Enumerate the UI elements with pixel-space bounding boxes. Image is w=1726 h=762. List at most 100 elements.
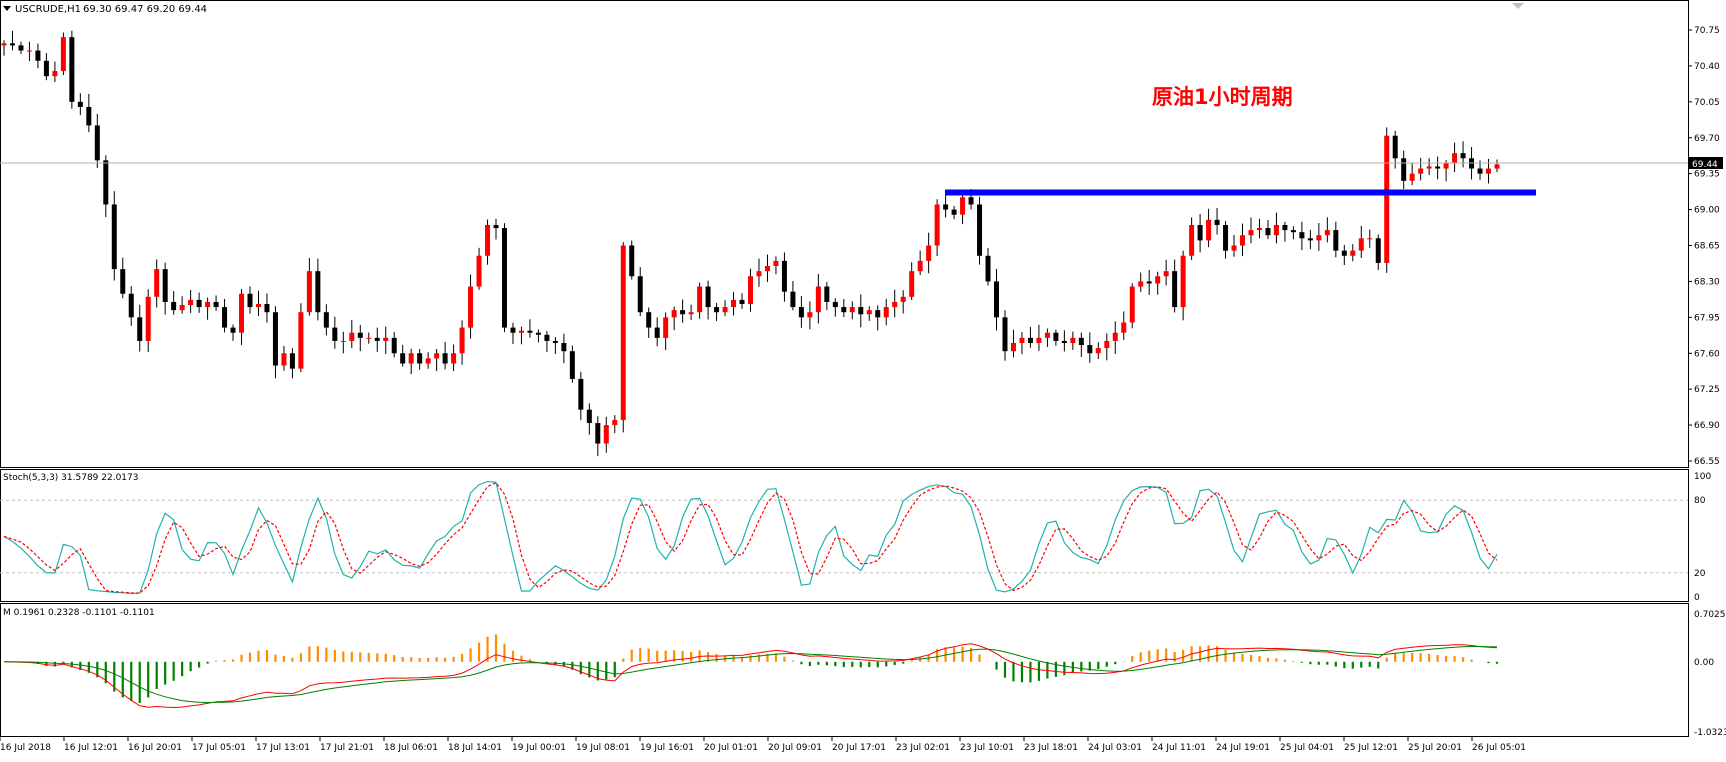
candle-body <box>86 106 92 126</box>
candle-body <box>1256 228 1262 231</box>
candle-body <box>994 281 1000 318</box>
candle-body <box>781 260 787 292</box>
time-tick-label: 16 Jul 12:01 <box>64 743 118 753</box>
candle-body <box>408 353 414 364</box>
candle-body <box>1375 238 1381 263</box>
candle-body <box>1358 238 1364 251</box>
time-tick-label: 25 Jul 12:01 <box>1344 743 1398 753</box>
candle-body <box>578 378 584 410</box>
stoch-level-label: 20 <box>1694 569 1706 579</box>
candle-body <box>849 307 855 313</box>
candle-body <box>1273 224 1279 236</box>
candle-body <box>247 293 253 308</box>
price-tick-label: 67.25 <box>1694 385 1720 395</box>
macd-level-label: 0.00 <box>1694 658 1714 668</box>
candle-body <box>366 337 372 339</box>
candle-body <box>400 353 406 364</box>
chart-annotation: 原油1小时周期 <box>1152 85 1293 109</box>
trading-chart: 70.75 70.40 70.05 69.70 69.35 69.00 68.65 68.30… <box>0 0 1726 753</box>
candle-body <box>926 245 932 261</box>
candle-body <box>1290 230 1296 233</box>
candle-body <box>561 342 567 352</box>
candle-body <box>18 45 24 51</box>
candle-body <box>137 317 143 341</box>
candle-body <box>866 310 872 315</box>
candle-body <box>213 301 219 308</box>
candle-body <box>764 266 770 272</box>
candle-body <box>569 351 575 379</box>
candle-body <box>1010 342 1016 352</box>
candle-body <box>943 204 949 210</box>
candle-body <box>9 43 15 46</box>
candle-body <box>1019 337 1025 343</box>
price-tick-label: 67.60 <box>1694 349 1720 359</box>
candle-body <box>230 327 236 333</box>
candle-body <box>756 271 762 277</box>
candle-body <box>315 271 321 313</box>
candle-body <box>832 301 838 308</box>
time-tick-label: 25 Jul 20:01 <box>1408 743 1462 753</box>
candle-body <box>52 71 58 77</box>
time-tick-label: 17 Jul 13:01 <box>256 743 310 753</box>
candle-body <box>111 204 117 270</box>
candle-body <box>1435 166 1441 169</box>
candle-body <box>1477 168 1483 174</box>
candle-body <box>171 301 177 311</box>
candle-body <box>1189 224 1195 256</box>
candle-body <box>722 307 728 313</box>
candle-body <box>1443 163 1449 169</box>
candle-body <box>43 60 49 77</box>
candle-body <box>824 286 830 302</box>
macd-level-label: -1.0323 <box>1694 728 1726 738</box>
candle-body <box>485 224 491 256</box>
candle-body <box>739 299 745 304</box>
candle-body <box>883 307 889 318</box>
candle-body <box>26 50 32 52</box>
candle-body <box>900 296 906 302</box>
candle-body <box>459 327 465 354</box>
candle-body <box>1367 238 1373 240</box>
candle-body <box>841 307 847 313</box>
candle-body <box>773 260 779 267</box>
candle-body <box>162 269 168 302</box>
price-tick-label: 67.95 <box>1694 313 1720 323</box>
time-tick-label: 23 Jul 18:01 <box>1024 743 1078 753</box>
time-tick-label: 24 Jul 11:01 <box>1152 743 1206 753</box>
price-tick-label: 70.75 <box>1694 26 1720 36</box>
candle-body <box>1409 173 1415 181</box>
stoch-level-label: 100 <box>1694 472 1711 482</box>
candle-body <box>968 197 974 205</box>
time-tick-label: 25 Jul 04:01 <box>1280 743 1334 753</box>
ohlc-label: 69.30 69.47 69.20 69.44 <box>83 4 207 15</box>
time-tick-label: 19 Jul 16:01 <box>640 743 694 753</box>
candle-body <box>1138 281 1144 287</box>
stochastic-panel <box>0 469 1689 602</box>
time-tick-label: 16 Jul 2018 <box>0 743 51 753</box>
candle-body <box>1070 337 1076 343</box>
candle-body <box>1163 271 1169 277</box>
macd-label: M 0.1961 0.2328 -0.1101 -0.1101 <box>3 608 155 618</box>
candle-body <box>688 312 694 315</box>
time-tick-label: 18 Jul 06:01 <box>384 743 438 753</box>
candle-body <box>917 260 923 272</box>
candle-body <box>951 209 957 215</box>
candle-body <box>468 286 474 328</box>
stoch-level-label: 80 <box>1694 496 1706 506</box>
candle-body <box>1486 168 1492 174</box>
time-tick-label: 20 Jul 01:01 <box>704 743 758 753</box>
candle-body <box>94 125 100 161</box>
candle-body <box>476 255 482 287</box>
time-tick-label: 19 Jul 08:01 <box>576 743 630 753</box>
candle-body <box>586 409 592 424</box>
candle-body <box>103 160 109 205</box>
candle-body <box>1180 255 1186 308</box>
candle-body <box>1 43 7 46</box>
time-tick-label: 20 Jul 17:01 <box>832 743 886 753</box>
candle-body <box>1307 238 1313 241</box>
candle-body <box>671 310 677 318</box>
time-tick-label: 20 Jul 09:01 <box>768 743 822 753</box>
candle-body <box>1036 337 1042 343</box>
main-price-panel <box>0 0 1689 468</box>
candle-body <box>552 340 558 343</box>
candle-body <box>1206 219 1212 241</box>
